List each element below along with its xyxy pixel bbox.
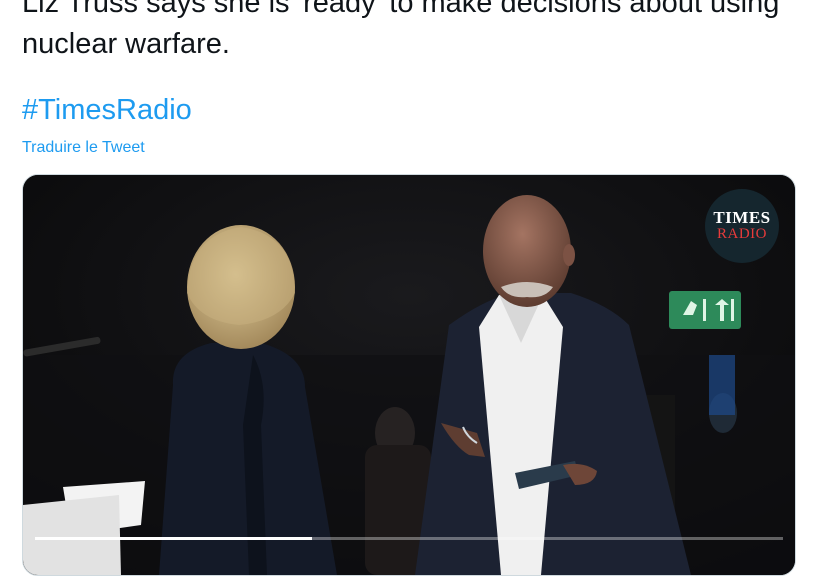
times-radio-logo: TIMES RADIO: [705, 189, 779, 263]
video-progress-bar[interactable]: [35, 537, 783, 540]
hashtag-link[interactable]: #TimesRadio: [22, 92, 192, 128]
video-frame: [23, 175, 795, 575]
tweet-text: Liz Truss says she is 'ready' to make de…: [22, 0, 780, 60]
exit-sign: [669, 291, 741, 329]
translate-tweet-link[interactable]: Traduire le Tweet: [22, 138, 145, 158]
video-player[interactable]: TIMES RADIO: [22, 174, 796, 576]
logo-text-times: TIMES: [713, 208, 771, 227]
logo-text-radio: RADIO: [717, 226, 767, 242]
video-progress-fill: [35, 537, 312, 540]
